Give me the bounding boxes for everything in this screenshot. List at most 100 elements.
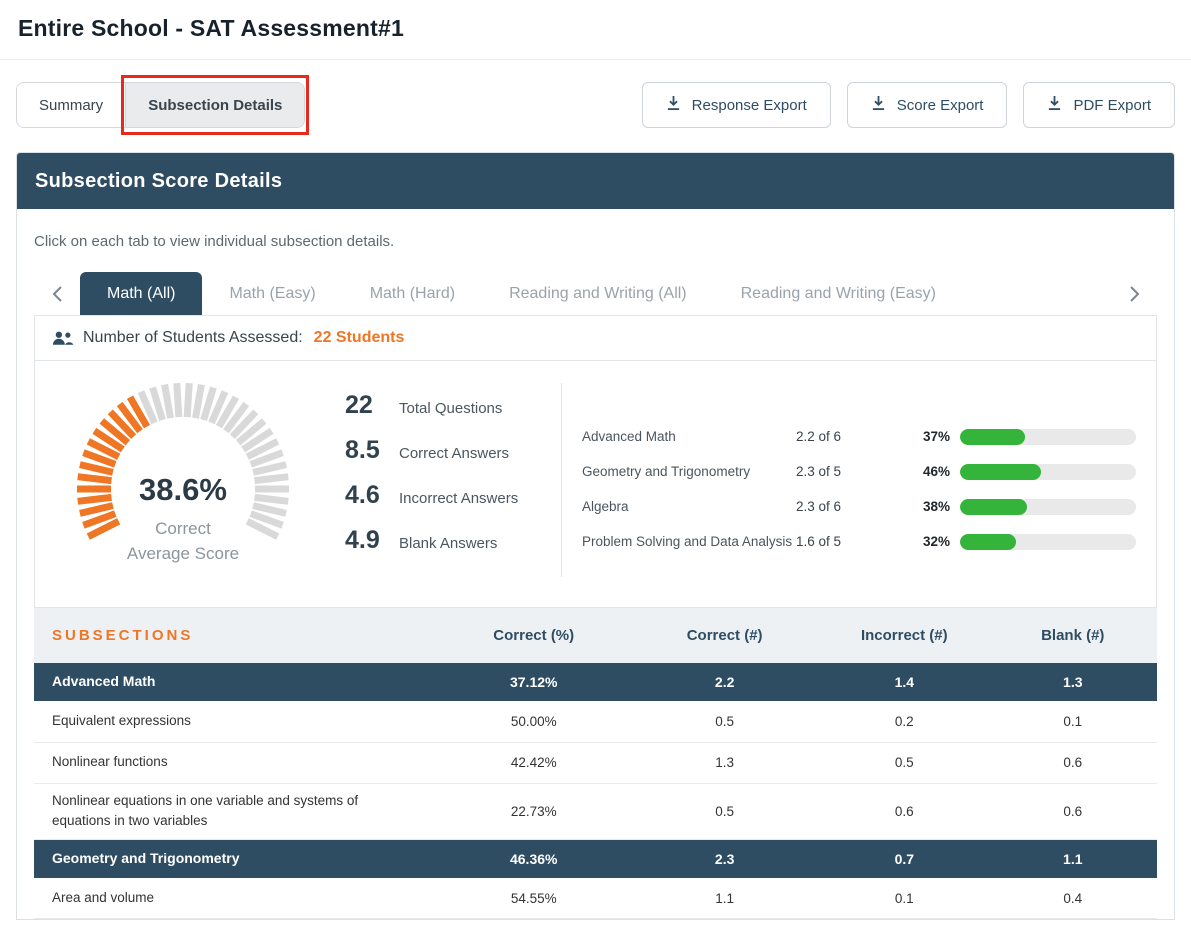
table-category-row-advanced-math: Advanced Math37.12%2.21.41.3	[34, 663, 1157, 701]
row-value: 1.1	[989, 840, 1157, 878]
card-header: Subsection Score Details	[17, 153, 1174, 209]
row-value: 0.5	[629, 783, 820, 840]
row-value: 0.6	[989, 742, 1157, 783]
card-header-title: Subsection Score Details	[35, 170, 282, 193]
row-value: 0.5	[629, 701, 820, 742]
category-bar-label: Algebra	[582, 499, 796, 514]
row-name: Nonlinear equations in one variable and …	[34, 783, 438, 840]
stat-label: Correct Answers	[399, 445, 509, 462]
subsection-tab-bar: Math (All)Math (Easy)Math (Hard)Reading …	[34, 272, 1157, 315]
tab-panel: Number of Students Assessed: 22 Students…	[34, 315, 1157, 608]
subsections-table: SUBSECTIONS Correct (%) Correct (#) Inco…	[34, 608, 1157, 919]
table-header-row: SUBSECTIONS Correct (%) Correct (#) Inco…	[34, 608, 1157, 663]
subsection-tab-math-easy[interactable]: Math (Easy)	[202, 272, 342, 315]
row-value: 54.55%	[438, 878, 629, 919]
progress-bar-fill	[960, 464, 1041, 480]
column-header-incorrect-num: Incorrect (#)	[820, 608, 988, 663]
stat-label: Blank Answers	[399, 535, 497, 552]
category-bar-label: Problem Solving and Data Analysis	[582, 534, 796, 549]
row-name: Advanced Math	[34, 663, 438, 701]
stat-total-questions: 22Total Questions	[345, 391, 561, 436]
score-export-button[interactable]: Score Export	[847, 82, 1008, 128]
row-value: 0.6	[989, 783, 1157, 840]
page-header: Entire School - SAT Assessment#1	[0, 0, 1191, 60]
row-value: 1.3	[989, 663, 1157, 701]
download-icon	[1047, 95, 1062, 115]
tab-summary[interactable]: Summary	[17, 83, 125, 127]
subsection-tab-reading-and-writing-all[interactable]: Reading and Writing (All)	[482, 272, 714, 315]
toolbar: Summary Subsection Details Response Expo…	[0, 60, 1191, 128]
score-export-label: Score Export	[897, 97, 984, 114]
category-bar-problem-solving-and-data-analysis: Problem Solving and Data Analysis1.6 of …	[582, 524, 1136, 559]
table-category-row-geometry-and-trigonometry: Geometry and Trigonometry46.36%2.30.71.1	[34, 840, 1157, 878]
people-icon	[51, 330, 74, 346]
stat-label: Incorrect Answers	[399, 490, 518, 507]
stat-incorrect-answers: 4.6Incorrect Answers	[345, 481, 561, 526]
students-assessed-row: Number of Students Assessed: 22 Students	[35, 316, 1156, 361]
stat-blank-answers: 4.9Blank Answers	[345, 526, 561, 571]
stat-correct-answers: 8.5Correct Answers	[345, 436, 561, 481]
stat-value: 4.6	[345, 481, 399, 510]
card-body: Click on each tab to view individual sub…	[17, 209, 1174, 919]
students-assessed-value: 22 Students	[314, 329, 405, 347]
row-name: Equivalent expressions	[34, 701, 438, 742]
row-value: 1.4	[820, 663, 988, 701]
category-bar-label: Advanced Math	[582, 429, 796, 444]
row-value: 2.3	[629, 840, 820, 878]
row-name: Nonlinear functions	[34, 742, 438, 783]
gauge-caption-line2: Average Score	[57, 544, 309, 564]
progress-bar-fill	[960, 499, 1027, 515]
progress-bar-track	[960, 429, 1136, 445]
column-header-blank-num: Blank (#)	[989, 608, 1157, 663]
chevron-right-icon[interactable]	[1111, 272, 1157, 315]
response-export-button[interactable]: Response Export	[642, 82, 831, 128]
row-value: 0.5	[820, 742, 988, 783]
stats-list: 22Total Questions8.5Correct Answers4.6In…	[345, 377, 561, 581]
pdf-export-label: PDF Export	[1073, 97, 1151, 114]
export-button-group: Response Export Score Export PDF Export	[642, 82, 1175, 128]
gauge-caption-line1: Correct	[57, 519, 309, 539]
row-value: 46.36%	[438, 840, 629, 878]
chevron-left-icon[interactable]	[34, 272, 80, 315]
row-name: Area and volume	[34, 878, 438, 919]
column-header-correct-num: Correct (#)	[629, 608, 820, 663]
category-bar-score: 2.3 of 6	[796, 499, 904, 514]
stat-label: Total Questions	[399, 400, 502, 417]
row-value: 0.1	[989, 701, 1157, 742]
instruction-text: Click on each tab to view individual sub…	[34, 233, 1157, 250]
category-bar-geometry-and-trigonometry: Geometry and Trigonometry2.3 of 546%	[582, 454, 1136, 489]
subsection-tab-math-all[interactable]: Math (All)	[80, 272, 202, 315]
category-bar-percent: 37%	[904, 429, 950, 444]
progress-bar-fill	[960, 429, 1025, 445]
pdf-export-button[interactable]: PDF Export	[1023, 82, 1175, 128]
category-bars: Advanced Math2.2 of 637%Geometry and Tri…	[562, 377, 1156, 581]
progress-bar-track	[960, 499, 1136, 515]
row-value: 0.7	[820, 840, 988, 878]
column-header-correct-pct: Correct (%)	[438, 608, 629, 663]
subsection-tab-reading-and-writing-easy[interactable]: Reading and Writing (Easy)	[714, 272, 963, 315]
row-value: 37.12%	[438, 663, 629, 701]
subsection-tab-math-hard[interactable]: Math (Hard)	[343, 272, 482, 315]
tab-subsection-details[interactable]: Subsection Details	[125, 83, 304, 127]
subsection-tabs: Math (All)Math (Easy)Math (Hard)Reading …	[80, 272, 963, 315]
row-value: 0.6	[820, 783, 988, 840]
stat-value: 22	[345, 391, 399, 420]
response-export-label: Response Export	[692, 97, 807, 114]
summary-section: 38.6% Correct Average Score 22Total Ques…	[35, 361, 1156, 607]
page-title: Entire School - SAT Assessment#1	[18, 15, 1173, 42]
row-value: 50.00%	[438, 701, 629, 742]
row-value: 2.2	[629, 663, 820, 701]
category-bar-score: 1.6 of 5	[796, 534, 904, 549]
row-value: 42.42%	[438, 742, 629, 783]
category-bar-label: Geometry and Trigonometry	[582, 464, 796, 479]
download-icon	[666, 95, 681, 115]
students-assessed-label: Number of Students Assessed:	[83, 329, 303, 347]
category-bar-percent: 46%	[904, 464, 950, 479]
subsection-score-card: Subsection Score Details Click on each t…	[16, 152, 1175, 920]
row-name: Geometry and Trigonometry	[34, 840, 438, 878]
table-row-nonlinear-functions: Nonlinear functions42.42%1.30.50.6	[34, 742, 1157, 783]
table-body: Advanced Math37.12%2.21.41.3Equivalent e…	[34, 663, 1157, 919]
progress-bar-track	[960, 464, 1136, 480]
table-row-nonlinear-equations-in-one-variable-and-systems-of-equations-in-two-variables: Nonlinear equations in one variable and …	[34, 783, 1157, 840]
category-bar-algebra: Algebra2.3 of 638%	[582, 489, 1136, 524]
